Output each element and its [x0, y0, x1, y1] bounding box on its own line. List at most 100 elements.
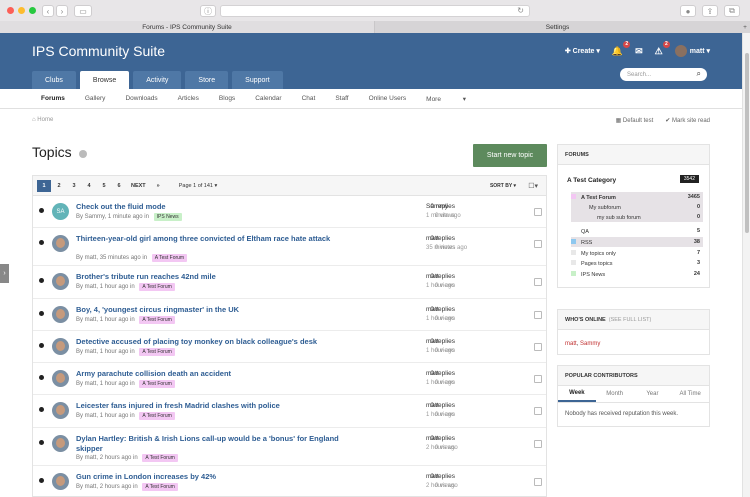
- last-poster[interactable]: matt: [426, 473, 439, 480]
- next-page[interactable]: NEXT: [127, 183, 150, 189]
- topic-row[interactable]: Dylan Hartley: British & Irish Lions cal…: [33, 428, 546, 466]
- privacy-icon[interactable]: ⓘ: [200, 5, 216, 17]
- topic-author[interactable]: matt: [85, 381, 97, 387]
- page-6[interactable]: 6: [112, 180, 126, 192]
- last-poster[interactable]: matt: [426, 273, 439, 280]
- unread-icon[interactable]: [39, 208, 44, 213]
- topic-author[interactable]: matt: [85, 413, 97, 419]
- reload-icon[interactable]: ↻: [517, 6, 524, 15]
- unread-icon[interactable]: [39, 375, 44, 381]
- avatar[interactable]: [52, 235, 69, 253]
- subnav-chat[interactable]: Chat: [302, 95, 316, 102]
- topic-title[interactable]: Gun crime in London increases by 42%: [76, 472, 341, 482]
- last-poster[interactable]: matt: [426, 235, 439, 242]
- side-panel-toggle[interactable]: ›: [0, 264, 9, 283]
- topic-author[interactable]: matt: [85, 284, 97, 290]
- subnav-blogs[interactable]: Blogs: [219, 95, 235, 102]
- zoom-window-icon[interactable]: [29, 7, 36, 14]
- forum-tag[interactable]: A Test Forum: [139, 347, 175, 356]
- last-poster[interactable]: Sammy: [426, 203, 448, 210]
- subnav-gallery[interactable]: Gallery: [85, 95, 106, 102]
- topic-checkbox[interactable]: [534, 342, 542, 351]
- minimize-window-icon[interactable]: [18, 7, 25, 14]
- avatar[interactable]: [52, 402, 69, 420]
- topic-author[interactable]: matt: [85, 484, 97, 490]
- last-poster[interactable]: matt: [426, 402, 439, 409]
- sidebar-forum-item[interactable]: My topics only 7: [571, 248, 703, 258]
- sidebar-forum-item[interactable]: IPS News 24: [571, 269, 703, 279]
- online-user[interactable]: Sammy: [580, 341, 600, 347]
- topic-title[interactable]: Brother's tribute run reaches 42nd mile: [76, 272, 341, 282]
- forum-tag[interactable]: A Test Forum: [142, 453, 178, 462]
- tab-store[interactable]: Store: [185, 71, 229, 89]
- topic-title[interactable]: Leicester fans injured in fresh Madrid c…: [76, 401, 341, 411]
- notifications-icon[interactable]: 🔔 2: [612, 40, 631, 57]
- tabs-overview-icon[interactable]: ⧉: [724, 5, 740, 17]
- search-input[interactable]: Search... ⌕: [620, 68, 707, 81]
- forum-tag[interactable]: A Test Forum: [139, 380, 175, 389]
- avatar[interactable]: [52, 337, 69, 355]
- page-3[interactable]: 3: [67, 180, 81, 192]
- last-poster[interactable]: matt: [426, 435, 439, 442]
- topic-author[interactable]: matt: [85, 317, 97, 323]
- topic-row[interactable]: SA Check out the fluid mode By Sammy, 1 …: [33, 196, 546, 229]
- tab-clubs[interactable]: Clubs: [32, 71, 76, 89]
- subnav-more[interactable]: More ▾: [426, 95, 466, 103]
- avatar[interactable]: [52, 472, 69, 490]
- unread-icon[interactable]: [39, 310, 44, 316]
- scroll-thumb[interactable]: [745, 53, 749, 233]
- unread-icon[interactable]: [39, 240, 44, 246]
- start-new-topic-button[interactable]: Start new topic: [473, 144, 547, 167]
- subnav-forums[interactable]: Forums: [41, 95, 65, 102]
- unread-icon[interactable]: [39, 278, 44, 284]
- browser-tab-settings[interactable]: Settings: [375, 21, 740, 33]
- topic-title[interactable]: Army parachute collision death an accide…: [76, 369, 341, 379]
- sort-by-menu[interactable]: SORT BY ▾: [490, 183, 516, 189]
- topic-title[interactable]: Check out the fluid mode: [76, 202, 341, 212]
- downloads-icon[interactable]: ●: [680, 5, 696, 17]
- forum-tag[interactable]: A Test Forum: [139, 315, 175, 324]
- topic-title[interactable]: Detective accused of placing toy monkey …: [76, 337, 341, 347]
- forward-icon[interactable]: ›: [56, 5, 68, 17]
- topic-checkbox[interactable]: [534, 240, 542, 249]
- last-poster[interactable]: matt: [426, 306, 439, 313]
- subnav-articles[interactable]: Articles: [178, 95, 199, 102]
- sidebar-forum-item[interactable]: QA 5: [571, 226, 703, 236]
- topic-title[interactable]: Dylan Hartley: British & Irish Lions cal…: [76, 434, 341, 454]
- scrollbar[interactable]: [742, 33, 750, 497]
- sidebar-icon[interactable]: ▭: [74, 5, 92, 17]
- tab-browse[interactable]: Browse: [79, 71, 130, 89]
- default-test-link[interactable]: ▦ Default test: [616, 117, 654, 124]
- search-icon[interactable]: ⌕: [697, 69, 701, 79]
- tab-month[interactable]: Month: [596, 386, 634, 402]
- topic-row[interactable]: Detective accused of placing toy monkey …: [33, 331, 546, 364]
- address-bar[interactable]: ↻: [220, 5, 530, 17]
- topic-row[interactable]: Boy, 4, 'youngest circus ringmaster' in …: [33, 299, 546, 331]
- page-4[interactable]: 4: [82, 180, 96, 192]
- subnav-staff[interactable]: Staff: [335, 95, 348, 102]
- topic-checkbox[interactable]: [534, 477, 542, 486]
- topic-checkbox[interactable]: [534, 208, 542, 216]
- topic-checkbox[interactable]: [534, 407, 542, 416]
- tab-support[interactable]: Support: [232, 71, 283, 89]
- mark-read-link[interactable]: ✔ Mark site read: [665, 117, 710, 124]
- select-all-menu[interactable]: ☐▾: [528, 182, 538, 190]
- tab-year[interactable]: Year: [634, 386, 672, 402]
- topic-checkbox[interactable]: [534, 439, 542, 448]
- topic-checkbox[interactable]: [534, 278, 542, 287]
- last-poster[interactable]: matt: [426, 370, 439, 377]
- create-button[interactable]: ✚ Create ▾: [565, 47, 600, 55]
- sidebar-forum-item[interactable]: A Test Forum 3465: [571, 192, 703, 202]
- topic-author[interactable]: matt: [85, 255, 97, 261]
- topic-author[interactable]: matt: [85, 455, 97, 461]
- topic-row[interactable]: Leicester fans injured in fresh Madrid c…: [33, 395, 546, 428]
- avatar[interactable]: SA: [52, 203, 69, 220]
- topic-row[interactable]: Thirteen-year-old girl among three convi…: [33, 228, 546, 267]
- unread-icon[interactable]: [39, 342, 44, 348]
- browser-tab-forums[interactable]: Forums - IPS Community Suite: [0, 21, 375, 33]
- sidebar-forum-item[interactable]: RSS 38: [571, 237, 703, 247]
- sidebar-forum-item[interactable]: My subforum 0: [571, 202, 703, 212]
- topic-checkbox[interactable]: [534, 375, 542, 384]
- topic-author[interactable]: matt: [85, 349, 97, 355]
- last-poster[interactable]: matt: [426, 338, 439, 345]
